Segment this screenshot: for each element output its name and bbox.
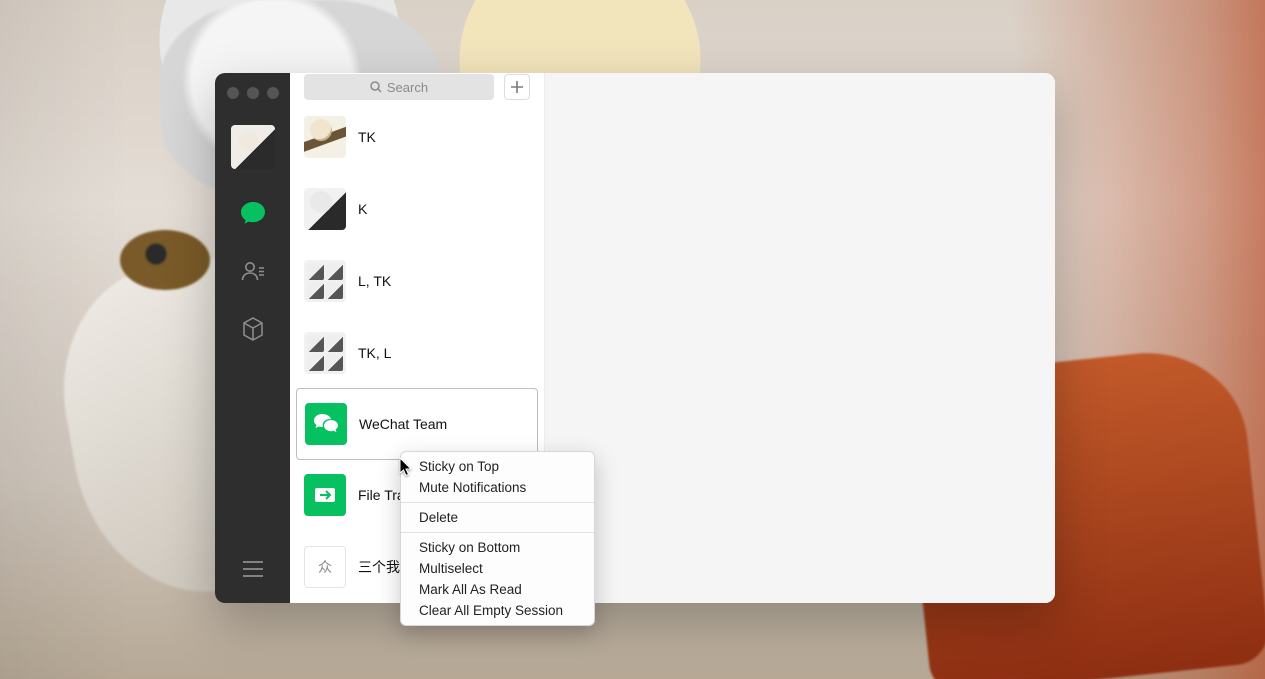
avatar (304, 474, 346, 516)
search-bar: Search (290, 73, 544, 101)
background-decor (120, 230, 210, 290)
chat-item-k[interactable]: K (290, 173, 544, 245)
ctx-sticky-bottom[interactable]: Sticky on Bottom (401, 537, 594, 558)
mouse-cursor-icon (399, 457, 413, 477)
avatar (304, 260, 346, 302)
chat-item-ltk[interactable]: L, TK (290, 245, 544, 317)
window-controls[interactable] (227, 87, 279, 99)
avatar (304, 188, 346, 230)
chats-tab-icon[interactable] (239, 199, 267, 227)
ctx-delete[interactable]: Delete (401, 507, 594, 528)
avatar (304, 116, 346, 158)
ctx-clear-empty-session[interactable]: Clear All Empty Session (401, 600, 594, 621)
ctx-mark-all-read[interactable]: Mark All As Read (401, 579, 594, 600)
ctx-mute-notifications[interactable]: Mute Notifications (401, 477, 594, 498)
app-window: Search TK K L, TK TK, L (215, 73, 1055, 603)
chat-name: TK (358, 129, 376, 145)
ctx-separator (401, 502, 594, 503)
search-icon (370, 81, 382, 93)
chat-name: 三个我 (358, 557, 400, 577)
new-chat-button[interactable] (504, 74, 530, 100)
chat-item-tk[interactable]: TK (290, 101, 544, 173)
chat-item-wechat-team[interactable]: WeChat Team (296, 388, 538, 460)
ctx-sticky-top[interactable]: Sticky on Top (401, 456, 594, 477)
ctx-separator (401, 532, 594, 533)
plus-icon (510, 80, 524, 94)
avatar (304, 332, 346, 374)
file-transfer-icon (313, 485, 337, 505)
contacts-tab-icon[interactable] (239, 257, 267, 285)
chat-name: L, TK (358, 273, 391, 289)
wechat-icon (313, 413, 339, 435)
sidebar-nav (215, 73, 290, 603)
search-placeholder: Search (387, 80, 428, 95)
avatar (305, 403, 347, 445)
ctx-multiselect[interactable]: Multiselect (401, 558, 594, 579)
maximize-dot-icon[interactable] (267, 87, 279, 99)
close-dot-icon[interactable] (227, 87, 239, 99)
chat-name: K (358, 201, 367, 217)
minimize-dot-icon[interactable] (247, 87, 259, 99)
chat-content-pane (545, 73, 1055, 603)
menu-icon[interactable] (239, 555, 267, 583)
context-menu: Sticky on Top Mute Notifications Delete … (400, 451, 595, 626)
avatar-me[interactable] (231, 125, 275, 169)
chat-name: TK, L (358, 345, 391, 361)
chat-name: WeChat Team (359, 416, 447, 432)
avatar: 众 (304, 546, 346, 588)
chat-item-tkl[interactable]: TK, L (290, 317, 544, 389)
cube-tab-icon[interactable] (239, 315, 267, 343)
search-input[interactable]: Search (304, 74, 494, 100)
